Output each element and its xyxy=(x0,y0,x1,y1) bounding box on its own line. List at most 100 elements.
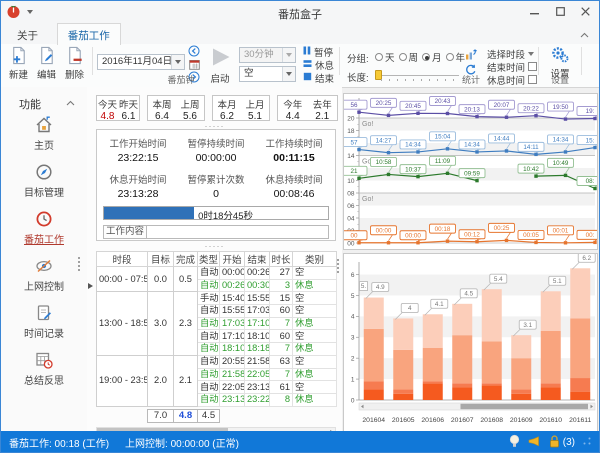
lock-count: (3) xyxy=(563,437,575,448)
end-time-checkbox[interactable] xyxy=(528,62,537,71)
resize-grip-icon[interactable] xyxy=(583,437,591,448)
table-col-header[interactable]: 完成 xyxy=(174,252,198,267)
groupby-radio-0[interactable]: 天 xyxy=(375,50,395,64)
rest-time-checkbox[interactable] xyxy=(528,75,537,84)
groupby-radio-1[interactable]: 周 xyxy=(399,50,419,64)
lock-icon[interactable] xyxy=(548,434,561,451)
table-row[interactable]: 19:00 - 23:592.02.1自动20:5521:5863空 xyxy=(97,355,337,368)
prev-day-button[interactable] xyxy=(187,45,201,57)
svg-text:00:00: 00:00 xyxy=(376,227,392,234)
panel-splitter-handle[interactable] xyxy=(337,259,339,275)
table-col-header[interactable]: 类别 xyxy=(293,252,337,267)
stat-box-1: 本周6.4上周5.6 xyxy=(147,95,205,121)
splitter-handle[interactable]: ····· xyxy=(87,124,342,128)
svg-text:14: 14 xyxy=(347,153,355,160)
select-period-caret-icon xyxy=(528,52,534,56)
svg-text:20:43: 20:43 xyxy=(435,98,451,105)
ribbon-collapse-icon[interactable] xyxy=(580,30,589,41)
date-caret-icon[interactable] xyxy=(171,55,184,69)
table-col-header[interactable]: 结束 xyxy=(245,252,270,267)
groupby-radio-3[interactable]: 年 xyxy=(446,50,466,64)
work-status-text[interactable]: 番茄工作: 00:18 (工作) xyxy=(9,435,109,450)
stat-box-0: 今天4.8昨天6.1 xyxy=(96,95,140,121)
table-col-header[interactable]: 时段 xyxy=(97,252,148,267)
close-button[interactable] xyxy=(572,1,598,22)
rest-button[interactable]: 休息 xyxy=(303,59,334,70)
svg-text:14:34: 14:34 xyxy=(553,137,569,144)
delete-button[interactable]: 删除 xyxy=(61,45,88,75)
line-chart-svg: 000204060810121416182022Go!Go!Go!5620:25… xyxy=(344,94,597,249)
sidebar-header: 功能 xyxy=(19,96,41,112)
group-by-label: 分组: xyxy=(347,51,369,65)
table-row[interactable]: 13:00 - 18:593.02.3手动15:4015:5515空 xyxy=(97,292,337,305)
goal-total: 7.0 xyxy=(147,409,174,423)
rest-icon xyxy=(303,59,312,71)
ribbon-tab-strip: 关于 番茄工作 xyxy=(1,23,599,45)
svg-text:00: 00 xyxy=(350,232,358,239)
svg-text:6: 6 xyxy=(351,272,355,279)
svg-text:4: 4 xyxy=(408,305,412,312)
sidebar-collapse-icon[interactable] xyxy=(66,98,75,109)
svg-text:201607: 201607 xyxy=(451,417,474,424)
stop-button[interactable]: 结束 xyxy=(303,72,334,83)
svg-text:2: 2 xyxy=(351,355,355,362)
chart-hscrollbar-thumb[interactable] xyxy=(460,404,588,409)
minimize-button[interactable] xyxy=(521,1,547,22)
sidebar-item-2[interactable]: 番茄工作 xyxy=(1,207,87,254)
svg-text:201609: 201609 xyxy=(510,417,533,424)
sidebar-splitter-handle[interactable] xyxy=(78,257,80,273)
splitter-handle-2[interactable]: ····· xyxy=(87,244,342,248)
sidebar-item-1[interactable]: 目标管理 xyxy=(1,160,87,207)
table-col-header[interactable]: 开始 xyxy=(220,252,245,267)
settings-button[interactable]: 设置 xyxy=(543,45,577,75)
svg-text:10:42: 10:42 xyxy=(523,166,539,173)
table-col-header[interactable]: 类型 xyxy=(198,252,220,267)
svg-text:14:27: 14:27 xyxy=(376,137,392,144)
task-caret-icon[interactable] xyxy=(282,67,295,81)
svg-text:56: 56 xyxy=(350,102,358,109)
duration-select[interactable]: 30分钟 xyxy=(239,47,296,63)
work-content-input[interactable] xyxy=(147,225,329,239)
session-progress-bar: 0时18分45秒 xyxy=(103,206,329,220)
svg-text:00:01: 00:01 xyxy=(553,228,569,235)
progress-fill xyxy=(104,207,194,219)
tab-about[interactable]: 关于 xyxy=(7,24,48,45)
sidebar-item-3[interactable]: 上网控制 xyxy=(1,254,87,301)
svg-text:10:37: 10:37 xyxy=(405,166,421,173)
maximize-button[interactable] xyxy=(547,1,573,22)
end-time-checkbox-row[interactable]: 结束时间 xyxy=(487,61,537,72)
net-status-text[interactable]: 上网控制: 00:00:00 (正常) xyxy=(125,435,239,450)
pause-button[interactable]: 暂停 xyxy=(303,46,333,57)
sidebar-item-4[interactable]: 时间记录 xyxy=(1,301,87,348)
groupby-radio-2[interactable]: 月 xyxy=(422,50,442,64)
tab-pomodoro-work[interactable]: 番茄工作 xyxy=(57,23,121,45)
task-select[interactable]: 空 xyxy=(239,66,296,82)
calendar-button[interactable] xyxy=(187,58,201,70)
svg-text:1: 1 xyxy=(351,376,355,383)
chart-export-icon[interactable] xyxy=(464,48,478,60)
app-window: 番茄盒子 关于 番茄工作 新建 编辑 删除 2016年11月04日 xyxy=(0,0,600,453)
table-col-header[interactable]: 目标 xyxy=(148,252,174,267)
horn-icon[interactable] xyxy=(528,436,540,450)
table-row[interactable]: 00:00 - 07:590.00.5自动00:0000:2627空 xyxy=(97,267,337,280)
sidebar-item-5[interactable]: 总结反思 xyxy=(1,348,87,395)
start-play-icon[interactable] xyxy=(207,46,233,71)
svg-text:14:34: 14:34 xyxy=(464,142,480,149)
table-col-header[interactable]: 时长 xyxy=(270,252,293,267)
session-field-3: 休息开始时间23:13:28 xyxy=(99,172,177,200)
tomato-clock-icon xyxy=(1,209,87,231)
edit-button[interactable]: 编辑 xyxy=(33,45,60,75)
date-picker[interactable]: 2016年11月04日 xyxy=(97,54,185,70)
sidebar-item-0[interactable]: 主页 xyxy=(1,113,87,160)
new-button[interactable]: 新建 xyxy=(5,45,32,75)
bulb-icon[interactable] xyxy=(509,434,520,451)
svg-text:5.1: 5.1 xyxy=(553,278,562,285)
select-period-dropdown[interactable]: 选择时段 xyxy=(487,48,534,59)
svg-text:6.2: 6.2 xyxy=(582,255,591,262)
work-content-row: 工作内容 xyxy=(103,225,329,239)
svg-text:5.: 5. xyxy=(361,283,367,290)
session-field-5: 休息持续时间00:08:46 xyxy=(255,172,333,200)
svg-text:00: 00 xyxy=(347,240,355,247)
charts-panel: 000204060810121416182022Go!Go!Go!5620:25… xyxy=(342,87,600,431)
svg-text:201605: 201605 xyxy=(392,417,415,424)
